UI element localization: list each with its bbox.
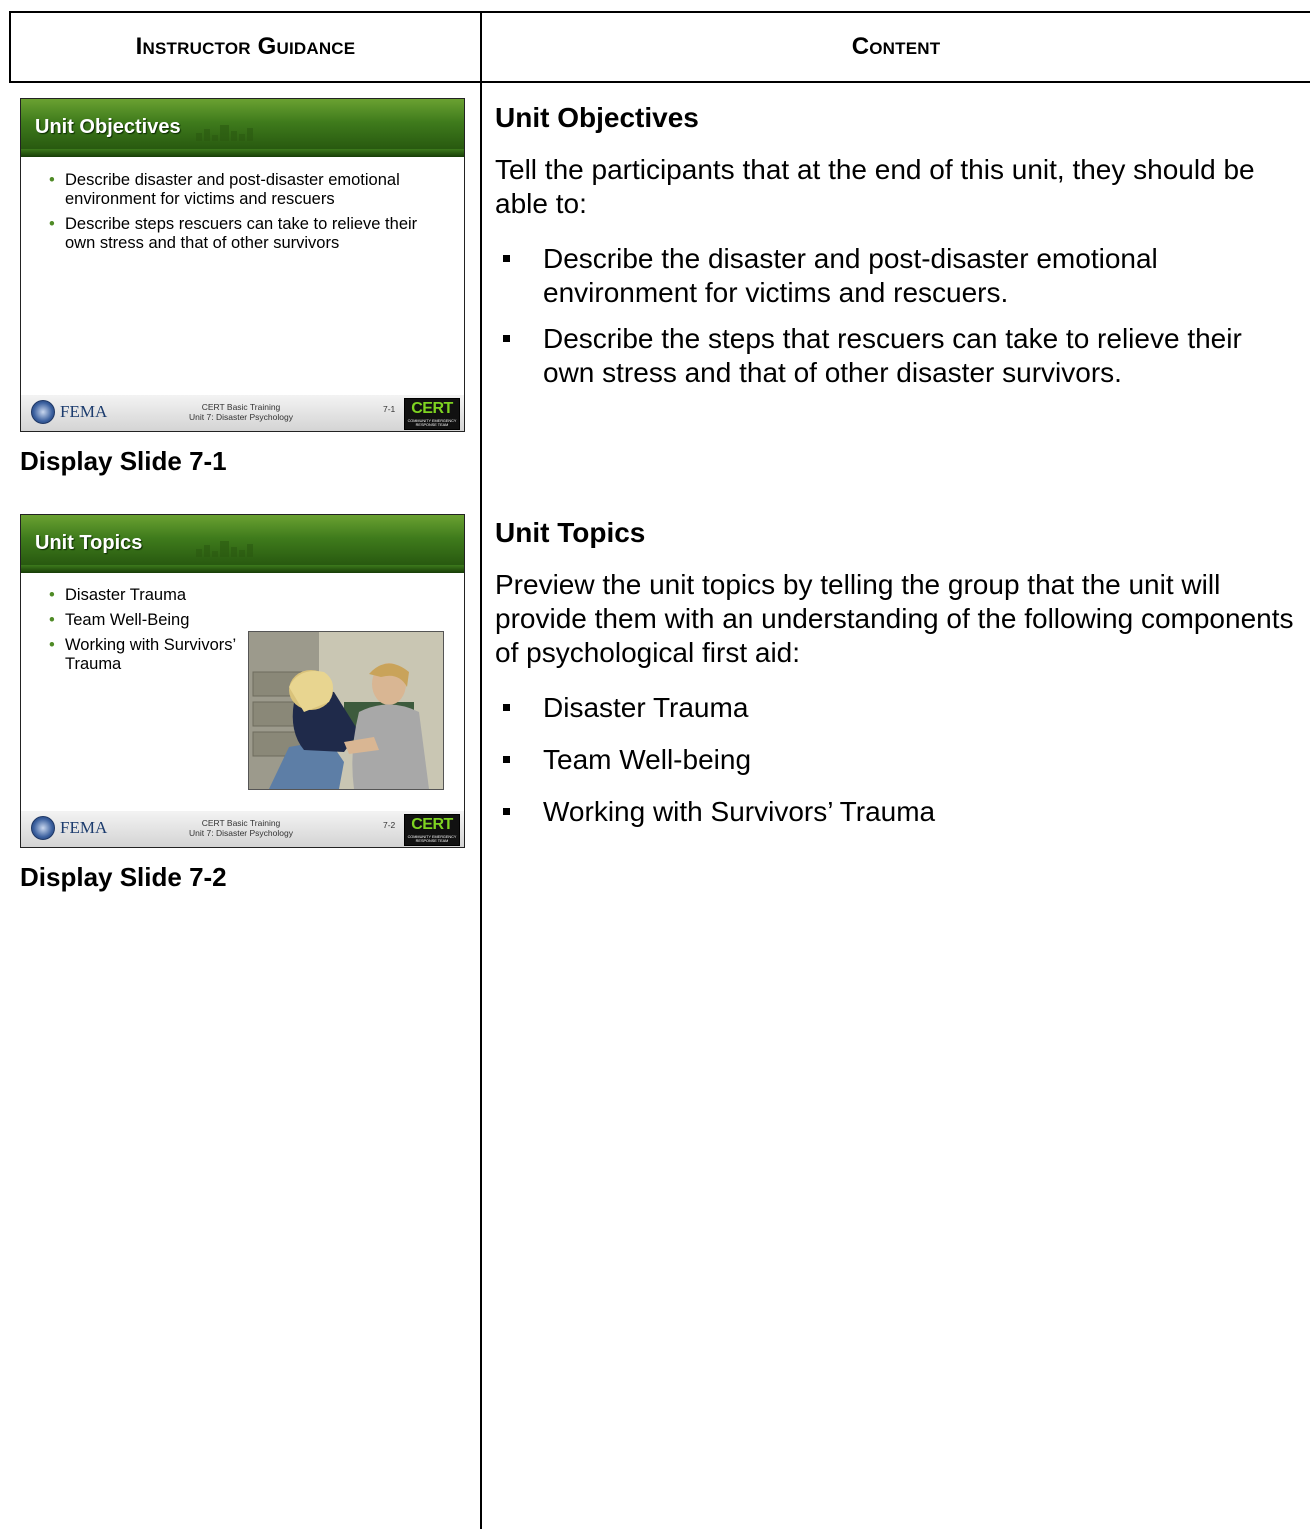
slide-bullet: Describe disaster and post-disaster emot…	[47, 171, 447, 209]
topics-list: Disaster Trauma Team Well-being Working …	[495, 691, 1295, 829]
dhs-seal-icon	[31, 816, 55, 840]
table-column-divider	[480, 11, 482, 1529]
slide-caption-7-2: Display Slide 7-2	[20, 862, 227, 892]
column-header-instructor-guidance: Instructor Guidance	[135, 33, 356, 60]
slide-bullet: Team Well-Being	[47, 611, 237, 630]
slide-footer: FEMA CERT Basic Training Unit 7: Disaste…	[21, 395, 464, 431]
cert-logo-subtext: COMMUNITY EMERGENCY RESPONSE TEAM	[407, 835, 457, 843]
list-item: Team Well-being	[495, 743, 1295, 777]
slide-bullet: Describe steps rescuers can take to reli…	[47, 215, 447, 253]
fema-wordmark: FEMA	[60, 818, 108, 837]
list-item: Working with Survivors’ Trauma	[495, 795, 1295, 829]
slide-number: 7-1	[383, 404, 396, 414]
fema-wordmark: FEMA	[60, 402, 108, 421]
cert-logo-subtext: COMMUNITY EMERGENCY RESPONSE TEAM	[407, 419, 457, 427]
list-item: Describe the disaster and post-disaster …	[495, 242, 1295, 310]
slide-number: 7-2	[383, 820, 396, 830]
slide-thumbnail-7-2: Unit Topics Disaster Trauma Team Well-Be…	[20, 514, 465, 848]
slide-footer-course: CERT Basic Training Unit 7: Disaster Psy…	[171, 402, 311, 422]
cert-logo-word: CERT	[411, 400, 453, 417]
footer-unit-title: Unit 7: Disaster Psychology	[189, 828, 293, 838]
fema-logo: FEMA	[31, 400, 107, 424]
slide-title: Unit Topics	[35, 532, 143, 554]
slide-photo	[248, 631, 444, 790]
slide-bullet: Disaster Trauma	[47, 586, 237, 605]
column-header-content: Content	[851, 33, 941, 60]
cert-logo-word: CERT	[411, 816, 453, 833]
footer-unit-title: Unit 7: Disaster Psychology	[189, 412, 293, 422]
slide-footer: FEMA CERT Basic Training Unit 7: Disaste…	[21, 811, 464, 847]
objectives-list: Describe the disaster and post-disaster …	[495, 242, 1295, 390]
dhs-seal-icon	[31, 400, 55, 424]
section-intro: Preview the unit topics by telling the g…	[495, 569, 1294, 668]
slide-thumbnail-7-1: Unit Objectives Describe disaster and po…	[20, 98, 465, 432]
slide-caption-7-1: Display Slide 7-1	[20, 446, 227, 476]
cert-logo: CERT COMMUNITY EMERGENCY RESPONSE TEAM	[404, 398, 460, 430]
list-item: Describe the steps that rescuers can tak…	[495, 322, 1295, 390]
footer-course-title: CERT Basic Training	[201, 818, 281, 828]
slide-bullet-list: Disaster Trauma Team Well-Being Working …	[47, 586, 237, 680]
footer-course-title: CERT Basic Training	[201, 402, 281, 412]
section-heading-unit-objectives: Unit Objectives	[495, 102, 699, 133]
cert-logo: CERT COMMUNITY EMERGENCY RESPONSE TEAM	[404, 814, 460, 846]
slide-bullet: Working with Survivors’ Trauma	[47, 636, 237, 674]
list-item: Disaster Trauma	[495, 691, 1295, 725]
fema-logo: FEMA	[31, 816, 107, 840]
section-heading-unit-topics: Unit Topics	[495, 517, 646, 548]
slide-title: Unit Objectives	[35, 116, 181, 138]
section-intro: Tell the participants that at the end of…	[495, 154, 1255, 219]
skyline-decoration	[196, 119, 253, 141]
skyline-decoration	[196, 535, 253, 557]
slide-bullet-list: Describe disaster and post-disaster emot…	[47, 171, 447, 259]
slide-footer-course: CERT Basic Training Unit 7: Disaster Psy…	[171, 818, 311, 838]
rescuer-comforting-survivor-photo	[249, 632, 443, 789]
